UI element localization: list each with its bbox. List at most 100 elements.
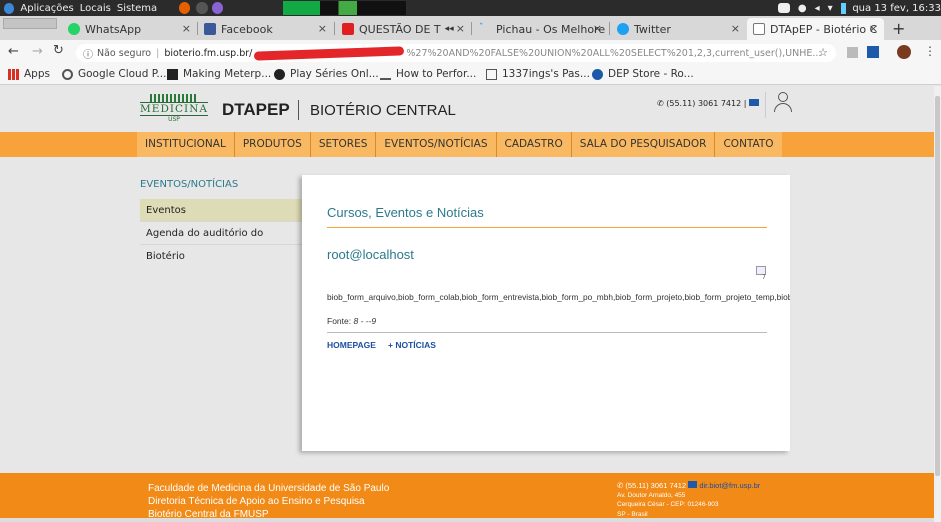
footer-contact: ✆ (55.11) 3061 7412 dir.biot@fm.usp.br A… — [617, 481, 761, 518]
bookmark-star-icon[interactable]: ☆ — [818, 46, 828, 59]
address-bar[interactable]: ⓘ Não seguro | bioterio.fm.usp.br/ %27%2… — [76, 44, 836, 62]
firefox-launcher-icon[interactable] — [179, 2, 191, 14]
nav-eventos-noticias[interactable]: EVENTOS/NOTÍCIAS — [376, 132, 497, 157]
feather-icon — [380, 69, 391, 80]
bookmark-dep-store[interactable]: DEP Store - Ro... — [592, 68, 694, 80]
bookmark-apps[interactable]: Apps — [8, 68, 50, 80]
tab-whatsapp[interactable]: WhatsApp × — [62, 18, 197, 40]
user-login-icon[interactable] — [773, 92, 793, 114]
bookmark-play-series[interactable]: Play Séries Onl... — [274, 68, 379, 80]
os-logo-icon[interactable] — [4, 2, 15, 14]
extension-icon[interactable] — [847, 47, 858, 58]
brand-title: DTAPEP — [222, 100, 290, 119]
gear-icon — [62, 68, 73, 80]
tab-label: Pichau - Os Melhore — [496, 22, 606, 36]
content-heading: Cursos, Eventos e Notícias — [327, 205, 484, 220]
news-body: biob_form_arquivo,biob_form_colab,biob_f… — [327, 292, 790, 302]
page-icon — [486, 68, 497, 80]
medicina-logo[interactable]: MEDICINA USP — [140, 94, 208, 128]
whatsapp-icon — [68, 23, 80, 35]
info-icon[interactable]: ⓘ — [83, 46, 93, 61]
news-source: Fonte: 8 - --9 — [327, 316, 377, 326]
sidebar-item-eventos[interactable]: Eventos — [140, 199, 302, 222]
bookmark-google-cloud[interactable]: Google Cloud P... — [62, 68, 166, 80]
security-status[interactable]: Não seguro — [97, 48, 151, 59]
nav-produtos[interactable]: PRODUTOS — [234, 132, 311, 157]
footer-institution: Faculdade de Medicina da Universidade de… — [148, 483, 390, 520]
nav-cadastro[interactable]: CADASTRO — [496, 132, 572, 157]
homepage-link[interactable]: HOMEPAGE — [327, 340, 376, 350]
microphone-icon[interactable]: ● — [798, 3, 807, 14]
tab-dtapep[interactable]: DTApEP - Biotério C × — [747, 18, 884, 40]
nav-institucional[interactable]: INSTITUCIONAL — [137, 132, 235, 157]
content-card: Cursos, Eventos e Notícias root@localhos… — [302, 175, 790, 451]
main-nav: INSTITUCIONAL PRODUTOS SETORES EVENTOS/N… — [137, 132, 782, 157]
horizontal-scrollbar[interactable] — [0, 518, 934, 522]
tab-twitter[interactable]: Twitter × — [611, 18, 746, 40]
footer-email-link[interactable]: dir.biot@fm.usp.br — [699, 481, 760, 490]
forward-icon[interactable]: → — [32, 44, 43, 59]
tab-questao[interactable]: QUESTÃO DE T ◂◂ × — [336, 18, 471, 40]
profile-avatar[interactable] — [897, 45, 911, 59]
tab-label: WhatsApp — [85, 22, 142, 36]
close-tab-icon[interactable]: × — [731, 22, 740, 35]
play-icon — [274, 68, 285, 80]
phone-icon: ✆ — [657, 99, 664, 108]
close-tab-icon[interactable]: × — [456, 22, 465, 35]
store-icon — [592, 68, 603, 80]
window-controls[interactable] — [3, 18, 57, 29]
tab-pichau[interactable]: ˇ Pichau - Os Melhore × — [473, 18, 608, 40]
os-menu-applications[interactable]: Aplicações — [20, 3, 73, 14]
building-icon — [150, 94, 198, 102]
os-clock[interactable]: qua 13 fev, 16:33 — [852, 3, 941, 14]
close-tab-icon[interactable]: × — [182, 22, 191, 35]
more-news-link[interactable]: + NOTÍCIAS — [388, 340, 436, 350]
header-contact: ✆ (55.11) 3061 7412 | — [657, 99, 759, 108]
close-tab-icon[interactable]: × — [869, 22, 878, 35]
volume-icon[interactable]: ◂ — [815, 3, 820, 14]
nav-contato[interactable]: CONTATO — [715, 132, 782, 157]
twitter-icon — [617, 23, 629, 35]
nav-sala-do-pesquisador[interactable]: SALA DO PESQUISADOR — [571, 132, 716, 157]
download-extension-icon[interactable] — [867, 46, 879, 58]
youtube-icon — [342, 23, 354, 35]
reload-icon[interactable]: ↻ — [53, 43, 64, 58]
tab-facebook[interactable]: Facebook × — [198, 18, 333, 40]
close-tab-icon[interactable]: × — [593, 22, 602, 35]
os-menu-places[interactable]: Locais — [80, 3, 111, 14]
nav-setores[interactable]: SETORES — [310, 132, 377, 157]
medium-icon — [167, 68, 178, 80]
sidebar-item-agenda[interactable]: Agenda do auditório do Biotério — [140, 222, 302, 262]
web-page: MEDICINA USP DTAPEP BIOTÉRIO CENTRAL ✆ (… — [0, 86, 934, 522]
site-footer: Faculdade de Medicina da Universidade de… — [0, 473, 934, 522]
tab-label: Facebook — [221, 22, 273, 36]
document-icon — [753, 23, 765, 35]
close-tab-icon[interactable]: × — [318, 22, 327, 35]
site-header: MEDICINA USP DTAPEP BIOTÉRIO CENTRAL ✆ (… — [0, 86, 934, 132]
browser-tab-strip: WhatsApp × Facebook × QUESTÃO DE T ◂◂ × … — [0, 16, 941, 40]
menu-icon[interactable]: ⋮ — [924, 44, 936, 58]
wifi-icon[interactable]: ▾ — [828, 3, 833, 14]
phone-icon: ✆ — [617, 481, 624, 490]
battery-icon[interactable] — [840, 2, 847, 14]
discord-tray-icon[interactable] — [777, 3, 790, 13]
url-path: %27%20AND%20FALSE%20UNION%20ALL%20SELECT… — [406, 47, 822, 59]
audio-playing-icon[interactable]: ◂◂ — [445, 24, 454, 34]
bookmark-1337ings[interactable]: 1337ings's Pas... — [486, 68, 590, 80]
pichau-icon: ˇ — [479, 23, 484, 33]
scrollbar-thumb[interactable] — [935, 96, 940, 476]
bookmark-how-to-perform[interactable]: How to Perfor... — [380, 68, 476, 80]
new-tab-button[interactable]: + — [892, 19, 905, 38]
os-top-panel: Aplicações Locais Sistema ● ◂ ▾ qua 13 f… — [0, 0, 941, 16]
back-icon[interactable]: ← — [8, 44, 19, 59]
terminal-launcher-icon[interactable] — [196, 2, 208, 14]
os-menu-system[interactable]: Sistema — [117, 3, 157, 14]
broken-image-icon: 7 — [756, 266, 768, 281]
bookmark-making-meterp[interactable]: Making Meterp... — [167, 68, 271, 80]
url-host: bioterio.fm.usp.br/ — [164, 47, 253, 59]
news-title[interactable]: root@localhost — [327, 247, 414, 262]
redaction-mark — [254, 45, 405, 61]
tab-label: Twitter — [634, 22, 671, 36]
email-icon[interactable] — [748, 99, 759, 106]
app-launcher-icon[interactable] — [211, 2, 224, 14]
